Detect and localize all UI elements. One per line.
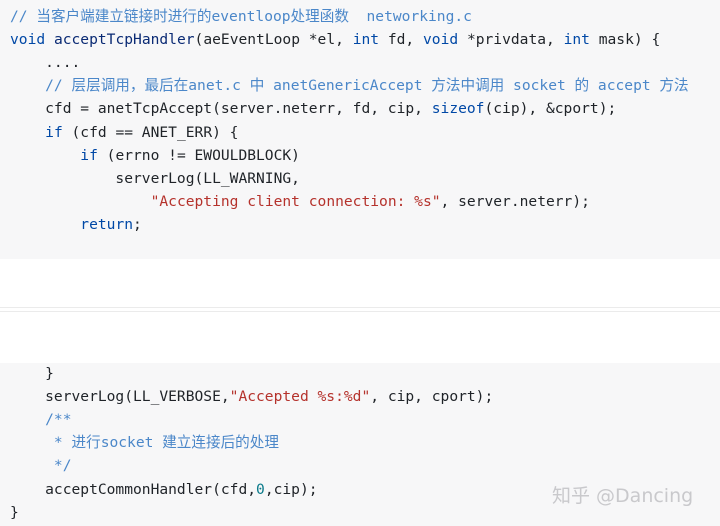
- code-token: }: [10, 503, 19, 521]
- line-close-brace-outer: }: [10, 501, 19, 524]
- line-doc-close: */: [10, 454, 72, 477]
- code-token: (cfd == ANET_ERR) {: [62, 123, 239, 141]
- line-doc-open: /**: [10, 408, 72, 431]
- code-token: int: [352, 31, 380, 49]
- divider-bottom: [0, 311, 720, 312]
- line-accepting-string: "Accepting client connection: %s", serve…: [10, 190, 590, 213]
- code-token: *privdata,: [458, 31, 564, 49]
- code-token: /**: [10, 411, 72, 429]
- code-token: return: [80, 215, 134, 233]
- code-token: // 层层调用，最后在anet.c 中 anetGenericAccept 方法…: [10, 77, 689, 95]
- code-token: (aeEventLoop *el,: [194, 31, 353, 49]
- code-token: , cip, cport);: [370, 388, 494, 406]
- divider-top: [0, 307, 720, 308]
- code-token: */: [10, 457, 72, 475]
- code-token: acceptTcpHandler: [53, 31, 195, 49]
- line-return: return;: [10, 213, 142, 236]
- code-token: if: [45, 123, 63, 141]
- code-token: 0: [256, 480, 265, 498]
- code-token: void: [423, 31, 459, 49]
- code-token: "Accepted %s:%d": [229, 388, 371, 406]
- code-token: int: [563, 31, 590, 49]
- code-token: cfd = anetTcpAccept(server.neterr, fd, c…: [10, 100, 432, 118]
- code-token: (errno != EWOULDBLOCK): [97, 146, 300, 164]
- code-token: mask) {: [589, 31, 661, 49]
- code-token: sizeof: [431, 100, 485, 118]
- line-accept-common-handler: acceptCommonHandler(cfd,0,cip);: [10, 478, 318, 501]
- line-doc-text: * 进行socket 建立连接后的处理: [10, 431, 279, 454]
- code-token: fd,: [379, 31, 423, 49]
- line-function-signature: void acceptTcpHandler(aeEventLoop *el, i…: [10, 28, 660, 51]
- line-ellipsis: ....: [10, 51, 80, 74]
- code-token: acceptCommonHandler(cfd,: [10, 480, 257, 498]
- code-token: (cip), &cport);: [484, 100, 617, 118]
- code-token: * 进行socket 建立连接后的处理: [10, 434, 279, 452]
- line-serverlog-warning: serverLog(LL_WARNING,: [10, 167, 300, 190]
- line-comment-call-chain: // 层层调用，最后在anet.c 中 anetGenericAccept 方法…: [10, 74, 689, 97]
- code-token: ,cip);: [264, 480, 318, 498]
- code-token: // 当客户端建立链接时进行的eventloop处理函数 networking.…: [10, 8, 472, 25]
- code-token: ....: [10, 54, 81, 72]
- code-token: if: [80, 146, 98, 164]
- code-block-top: // 当客户端建立链接时进行的eventloop处理函数 networking.…: [0, 0, 720, 259]
- code-token: ;: [133, 215, 142, 233]
- code-token: }: [10, 365, 54, 382]
- line-anet-tcp-accept: cfd = anetTcpAccept(server.neterr, fd, c…: [10, 97, 616, 120]
- line-close-brace-inner: }: [10, 363, 54, 385]
- line-comment-header: // 当客户端建立链接时进行的eventloop处理函数 networking.…: [10, 5, 472, 28]
- code-token: serverLog(LL_WARNING,: [10, 169, 300, 187]
- code-token: "Accepting client connection: %s": [150, 192, 441, 210]
- code-token: serverLog(LL_VERBOSE,: [10, 388, 230, 406]
- watermark-text: 知乎 @Dancing: [552, 485, 694, 507]
- line-serverlog-verbose: serverLog(LL_VERBOSE,"Accepted %s:%d", c…: [10, 385, 493, 408]
- line-if-errno: if (errno != EWOULDBLOCK): [10, 144, 300, 167]
- code-token: void: [10, 31, 46, 49]
- line-if-anet-err: if (cfd == ANET_ERR) {: [10, 121, 238, 144]
- code-token: , server.neterr);: [440, 192, 590, 210]
